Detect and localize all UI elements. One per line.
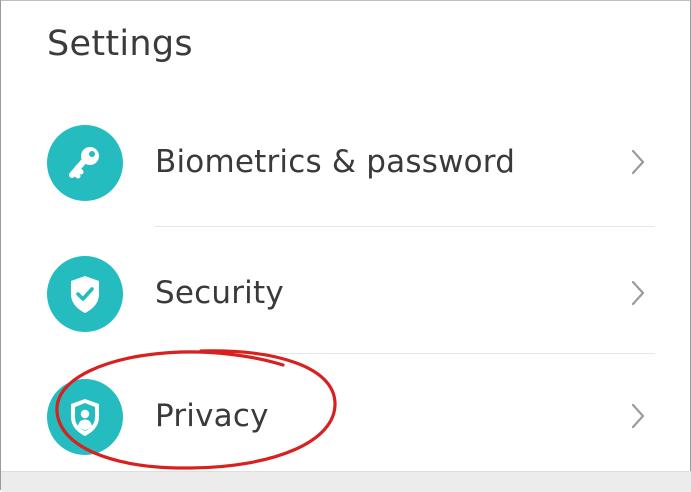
page-title: Settings [47,24,193,64]
settings-item-security[interactable]: Security [1,244,690,344]
privacy-shield-icon [47,379,123,455]
settings-item-label: Security [155,275,284,311]
key-icon [47,125,123,201]
settings-item-biometrics[interactable]: Biometrics & password [1,113,690,213]
settings-item-privacy[interactable]: Privacy [1,367,690,467]
settings-item-label: Biometrics & password [155,144,516,180]
settings-screen: Settings Biometrics & password Security … [0,0,691,492]
chevron-right-icon [630,401,646,431]
chevron-right-icon [630,278,646,308]
bottom-edge [1,471,691,492]
divider [155,353,655,354]
shield-check-icon [47,256,123,332]
chevron-right-icon [630,147,646,177]
settings-item-label: Privacy [155,398,269,434]
divider [155,226,655,227]
